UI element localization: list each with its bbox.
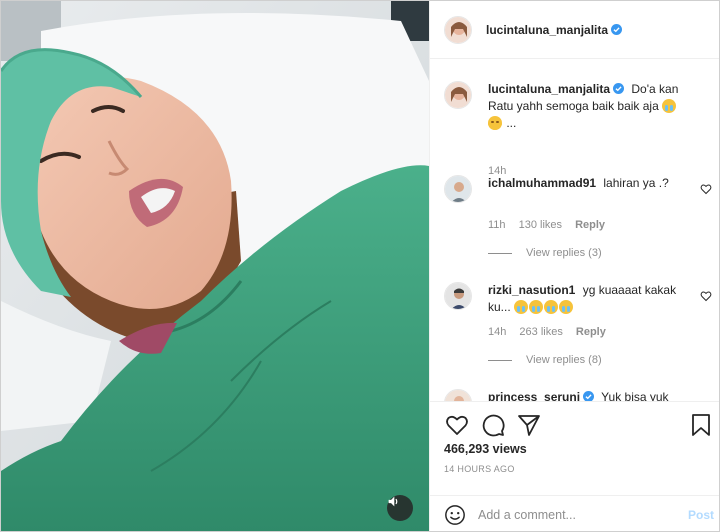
view-replies-label[interactable]: View replies (3) bbox=[526, 247, 602, 259]
comment-username[interactable]: princess_seruni bbox=[488, 390, 595, 401]
comment-text: lahiran ya .? bbox=[603, 176, 669, 190]
replies-divider bbox=[488, 252, 512, 254]
commenter-avatar[interactable] bbox=[444, 282, 472, 310]
comment-body: rizki_nasution1 yg kuaaaat kakak ku... bbox=[488, 282, 698, 316]
like-comment-heart-icon[interactable] bbox=[700, 290, 712, 302]
paper-plane-icon[interactable] bbox=[516, 412, 542, 438]
comment-likes[interactable]: 130 likes bbox=[519, 219, 562, 231]
caption-suffix: ... bbox=[506, 116, 517, 130]
view-replies-button[interactable]: View replies (3) bbox=[488, 247, 602, 259]
comment-meta: 11h 130 likes Reply bbox=[488, 219, 615, 231]
caption-username[interactable]: lucintaluna_manjalita bbox=[488, 82, 625, 96]
crying-face-emoji bbox=[544, 300, 559, 314]
comments-list[interactable]: lucintaluna_manjalita Do'a kan Ratu yahh… bbox=[430, 59, 719, 401]
heart-icon[interactable] bbox=[444, 412, 470, 438]
crying-face-emoji bbox=[514, 300, 529, 314]
view-count[interactable]: 466,293 views bbox=[444, 442, 527, 456]
comment-body: princess_seruni Yuk bisa yuk bbox=[488, 389, 698, 401]
verified-badge-icon bbox=[611, 23, 623, 35]
mute-toggle-button[interactable] bbox=[387, 495, 413, 521]
post-header: lucintaluna_manjalita bbox=[430, 1, 719, 59]
comment-likes[interactable]: 263 likes bbox=[519, 326, 562, 338]
reply-button[interactable]: Reply bbox=[576, 326, 606, 338]
author-avatar[interactable] bbox=[444, 15, 472, 44]
verified-badge-icon bbox=[583, 391, 595, 401]
video-frame-illustration bbox=[1, 1, 429, 531]
post-comment-button[interactable]: Post bbox=[688, 508, 714, 522]
crying-face-emoji bbox=[529, 300, 544, 314]
replies-divider bbox=[488, 359, 512, 361]
post-actions: 466,293 views 14 HOURS AGO bbox=[430, 401, 719, 495]
verified-badge-icon bbox=[613, 83, 625, 94]
comment-time[interactable]: 14h bbox=[488, 326, 506, 338]
author-username[interactable]: lucintaluna_manjalita bbox=[486, 23, 623, 37]
instagram-post-modal: lucintaluna_manjalita lucintaluna_manjal… bbox=[0, 0, 720, 532]
weary-face-emoji bbox=[488, 116, 502, 130]
caption-author-avatar[interactable] bbox=[444, 81, 472, 109]
view-replies-button[interactable]: View replies (8) bbox=[488, 354, 602, 366]
comment-icon[interactable] bbox=[480, 412, 506, 438]
reply-button[interactable]: Reply bbox=[575, 219, 605, 231]
like-comment-heart-icon[interactable] bbox=[700, 183, 712, 195]
comment-time[interactable]: 11h bbox=[488, 219, 506, 231]
add-comment-bar: Post bbox=[430, 495, 719, 531]
comment-username[interactable]: ichalmuhammad91 bbox=[488, 176, 596, 190]
smile-icon[interactable] bbox=[444, 504, 466, 526]
post-details-panel: lucintaluna_manjalita lucintaluna_manjal… bbox=[429, 1, 719, 531]
action-icons bbox=[444, 412, 552, 438]
commenter-avatar[interactable] bbox=[444, 389, 472, 401]
crying-face-emoji bbox=[559, 300, 574, 314]
comment-meta: 14h 263 likes Reply bbox=[488, 326, 616, 338]
commenter-avatar[interactable] bbox=[444, 175, 472, 203]
comment-body: ichalmuhammad91 lahiran ya .? bbox=[488, 175, 698, 192]
post-video[interactable] bbox=[1, 1, 429, 531]
comment-text: Yuk bisa yuk bbox=[601, 390, 669, 401]
crying-face-emoji bbox=[662, 99, 677, 113]
speaker-icon bbox=[388, 496, 398, 507]
bookmark-icon[interactable] bbox=[688, 412, 714, 438]
caption-body: lucintaluna_manjalita Do'a kan Ratu yahh… bbox=[488, 81, 698, 132]
comment-input[interactable] bbox=[478, 507, 668, 522]
author-username-text[interactable]: lucintaluna_manjalita bbox=[486, 23, 608, 37]
comment-username[interactable]: rizki_nasution1 bbox=[488, 283, 575, 297]
view-replies-label[interactable]: View replies (8) bbox=[526, 354, 602, 366]
post-timestamp[interactable]: 14 HOURS AGO bbox=[444, 464, 515, 474]
